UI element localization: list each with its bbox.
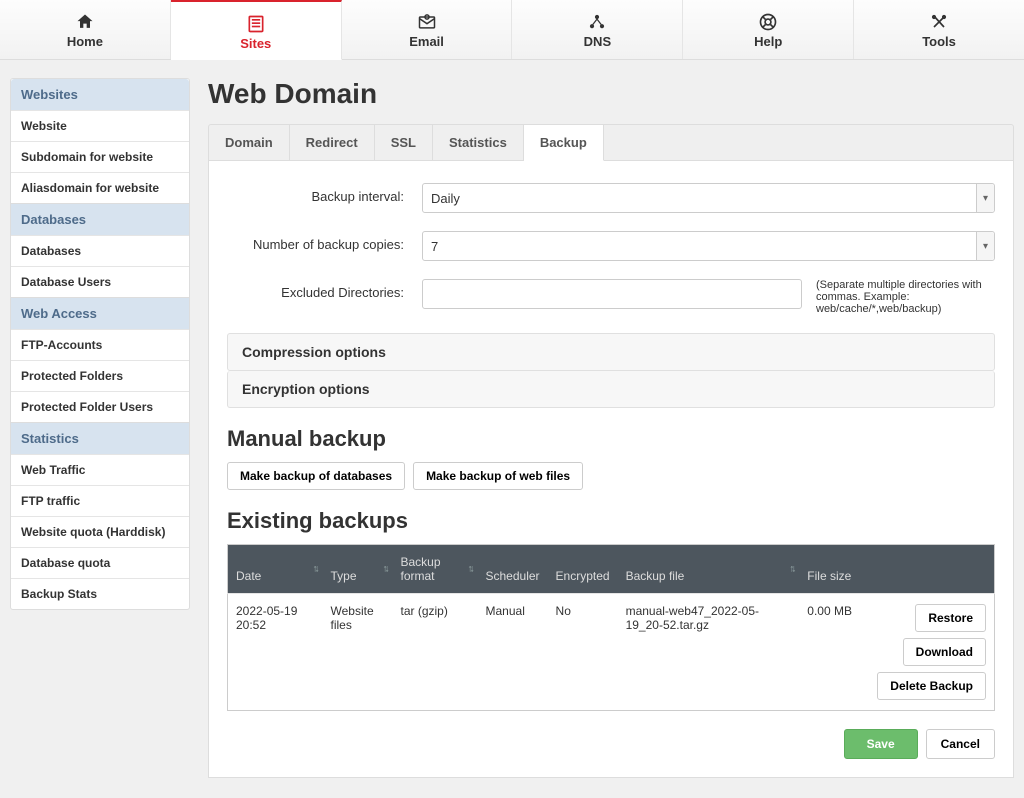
select-backup-interval-value: Daily — [431, 191, 460, 206]
nav-tools[interactable]: Tools — [854, 0, 1024, 59]
sidebar-item-aliasdomain[interactable]: Aliasdomain for website — [11, 172, 189, 203]
sidebar-item-database-quota[interactable]: Database quota — [11, 547, 189, 578]
nav-help-label: Help — [683, 34, 853, 49]
sidebar-item-ftp-traffic[interactable]: FTP traffic — [11, 485, 189, 516]
label-backup-interval: Backup interval: — [227, 183, 422, 204]
email-icon — [342, 10, 512, 32]
sidebar: Websites Website Subdomain for website A… — [10, 78, 190, 610]
section-manual-backup-title: Manual backup — [227, 426, 995, 452]
sites-icon — [171, 12, 341, 34]
col-date[interactable]: Date↑↓ — [228, 545, 323, 594]
tab-domain[interactable]: Domain — [209, 125, 290, 160]
nav-dns-label: DNS — [512, 34, 682, 49]
section-existing-backups-title: Existing backups — [227, 508, 995, 534]
sidebar-item-databases[interactable]: Databases — [11, 235, 189, 266]
cell-file: manual-web47_2022-05-19_20-52.tar.gz — [618, 594, 800, 711]
col-format[interactable]: Backup format↑↓ — [393, 545, 478, 594]
main: Web Domain Domain Redirect SSL Statistic… — [208, 78, 1014, 778]
cell-date: 2022-05-19 20:52 — [228, 594, 323, 711]
sidebar-item-database-users[interactable]: Database Users — [11, 266, 189, 297]
sidebar-item-web-traffic[interactable]: Web Traffic — [11, 454, 189, 485]
nav-home-label: Home — [0, 34, 170, 49]
col-actions — [869, 545, 994, 594]
sort-icon: ↑↓ — [789, 564, 793, 575]
sort-icon: ↑↓ — [313, 564, 317, 575]
tab-content: Backup interval: Daily Number of backup … — [208, 161, 1014, 778]
sidebar-item-website[interactable]: Website — [11, 110, 189, 141]
select-copies-value: 7 — [431, 239, 438, 254]
save-button[interactable]: Save — [844, 729, 918, 759]
home-icon — [0, 10, 170, 32]
sidebar-item-subdomain[interactable]: Subdomain for website — [11, 141, 189, 172]
page-title: Web Domain — [208, 78, 1014, 110]
sort-icon: ↑↓ — [468, 564, 472, 575]
sidebar-header-webaccess: Web Access — [11, 297, 189, 329]
nav-home[interactable]: Home — [0, 0, 171, 59]
nav-dns[interactable]: DNS — [512, 0, 683, 59]
nav-sites[interactable]: Sites — [171, 0, 342, 60]
sidebar-item-protected-folder-users[interactable]: Protected Folder Users — [11, 391, 189, 422]
nav-sites-label: Sites — [171, 36, 341, 51]
cell-type: Website files — [323, 594, 393, 711]
panel-encryption[interactable]: Encryption options — [227, 371, 995, 408]
delete-backup-button[interactable]: Delete Backup — [877, 672, 986, 700]
download-button[interactable]: Download — [903, 638, 986, 666]
cell-format: tar (gzip) — [393, 594, 478, 711]
select-copies[interactable]: 7 — [422, 231, 995, 261]
col-encrypted[interactable]: Encrypted — [548, 545, 618, 594]
make-backup-databases-button[interactable]: Make backup of databases — [227, 462, 405, 490]
sort-icon: ↑↓ — [383, 564, 387, 575]
make-backup-webfiles-button[interactable]: Make backup of web files — [413, 462, 583, 490]
nav-email-label: Email — [342, 34, 512, 49]
help-icon — [683, 10, 853, 32]
cell-encrypted: No — [548, 594, 618, 711]
tab-ssl[interactable]: SSL — [375, 125, 433, 160]
top-nav: Home Sites Email DNS Help Tools — [0, 0, 1024, 60]
panel-compression[interactable]: Compression options — [227, 333, 995, 371]
sidebar-header-websites: Websites — [11, 79, 189, 110]
col-filesize[interactable]: File size — [799, 545, 869, 594]
sidebar-item-website-quota[interactable]: Website quota (Harddisk) — [11, 516, 189, 547]
tabs: Domain Redirect SSL Statistics Backup — [208, 124, 1014, 161]
backups-table: Date↑↓ Type↑↓ Backup format↑↓ Scheduler … — [227, 544, 995, 711]
col-scheduler[interactable]: Scheduler — [478, 545, 548, 594]
col-type[interactable]: Type↑↓ — [323, 545, 393, 594]
nav-email[interactable]: Email — [342, 0, 513, 59]
cancel-button[interactable]: Cancel — [926, 729, 995, 759]
hint-excluded: (Separate multiple directories with comm… — [816, 279, 986, 315]
input-excluded-directories[interactable] — [422, 279, 802, 309]
tools-icon — [854, 10, 1024, 32]
tab-statistics[interactable]: Statistics — [433, 125, 524, 160]
chevron-down-icon — [976, 184, 994, 212]
chevron-down-icon — [976, 232, 994, 260]
sidebar-item-backup-stats[interactable]: Backup Stats — [11, 578, 189, 609]
nav-help[interactable]: Help — [683, 0, 854, 59]
select-backup-interval[interactable]: Daily — [422, 183, 995, 213]
cell-size: 0.00 MB — [799, 594, 869, 711]
dns-icon — [512, 10, 682, 32]
nav-tools-label: Tools — [854, 34, 1024, 49]
sidebar-header-databases: Databases — [11, 203, 189, 235]
label-copies: Number of backup copies: — [227, 231, 422, 252]
tab-redirect[interactable]: Redirect — [290, 125, 375, 160]
sidebar-header-statistics: Statistics — [11, 422, 189, 454]
table-row: 2022-05-19 20:52 Website files tar (gzip… — [228, 594, 995, 711]
restore-button[interactable]: Restore — [915, 604, 986, 632]
tab-backup[interactable]: Backup — [524, 125, 604, 161]
cell-scheduler: Manual — [478, 594, 548, 711]
col-backup-file[interactable]: Backup file↑↓ — [618, 545, 800, 594]
sidebar-item-protected-folders[interactable]: Protected Folders — [11, 360, 189, 391]
label-excluded: Excluded Directories: — [227, 279, 422, 300]
sidebar-item-ftp[interactable]: FTP-Accounts — [11, 329, 189, 360]
